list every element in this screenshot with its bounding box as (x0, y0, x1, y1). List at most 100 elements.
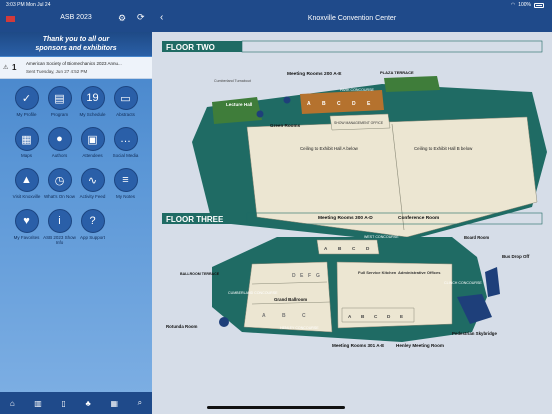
label-henley-concourse: HENLEY CONCOURSE (280, 326, 319, 330)
menu-grid: ✓ My Profile ▤ Program 19 My Schedule ▭ Abstrac… (10, 86, 142, 245)
menu-tile[interactable]: i ASB 2023 Show Info (43, 209, 76, 245)
ballroom-letter: D (292, 273, 296, 279)
announcement-date: Sent Tuesday, Jun 27 4:52 PM (26, 69, 88, 74)
menu-tile-label: Maps (20, 153, 32, 158)
meeting-rooms-200 (300, 90, 384, 114)
label-cumberland-turnabout: Cumberland Turnabout (214, 79, 251, 83)
chat-icon: … (113, 127, 138, 151)
app-title: ASB 2023 (60, 14, 92, 21)
people-icon[interactable]: ♣ (86, 399, 91, 408)
menu-tile[interactable]: ● Authors (43, 127, 76, 158)
list-icon: ≡ (113, 168, 138, 192)
check-icon: ✓ (14, 86, 39, 110)
main-title: Knoxville Convention Center (307, 15, 397, 22)
menu-tile[interactable]: ▦ Maps (10, 127, 43, 158)
grid-icon: ▦ (14, 127, 39, 151)
menu-tile-label: Social Media (112, 153, 139, 158)
label-meeting-rooms-200: Meeting Rooms 200 A-E (287, 71, 342, 77)
sponsor-banner[interactable]: Thank you to all our sponsors and exhibi… (0, 32, 152, 56)
menu-tile[interactable]: ▣ Attendees (76, 127, 109, 158)
menu-tile[interactable]: ≡ My Notes (109, 168, 142, 199)
main-panel: ‹ Knoxville Convention Center FLOOR TWO … (152, 0, 552, 414)
menu-tile-label: My Profile (16, 112, 37, 117)
status-right: ◠ 100% (511, 2, 544, 8)
label-full-service-kitchen: Full Service Kitchen (358, 270, 397, 275)
room-letter: E (400, 314, 403, 319)
label-west-concourse: WEST CONCOURSE (364, 235, 399, 239)
label-clinch-concourse: CLINCH CONCOURSE (444, 281, 482, 285)
wifi-icon: ◠ (510, 2, 516, 8)
status-date-text: Mon Jul 24 (26, 2, 51, 8)
person-icon: ● (47, 127, 72, 151)
menu-tile-label: Authors (51, 153, 68, 158)
heart-icon: ♥ (14, 209, 39, 233)
status-time-text: 3:03 PM (6, 2, 25, 8)
menu-tile-label: Attendees (82, 153, 103, 158)
label-board-room: Board Room (464, 235, 489, 240)
menu-tile-label: My Notes (115, 194, 135, 199)
id-card-icon: ▣ (80, 127, 105, 151)
room-letter: A (307, 101, 311, 107)
menu-tile-label: ASB 2023 Show Info (43, 235, 76, 245)
label-green-rooms: Green Rooms (270, 123, 301, 128)
menu-tile[interactable]: ♥ My Favorites (10, 209, 43, 245)
meeting-rooms-301 (341, 307, 415, 323)
label-plaza-terrace: PLAZA TERRACE (380, 70, 414, 75)
ballroom-letter: G (316, 273, 320, 279)
sponsor-banner-line-1: Thank you to all our (42, 36, 110, 43)
menu-tile[interactable]: … Social Media (109, 127, 142, 158)
announcement-message: American Society of Biomechanics 2023 An… (26, 61, 122, 66)
room-letter: C (337, 101, 341, 107)
person-question-icon: ? (80, 209, 105, 233)
ballroom-letter: A (262, 313, 266, 319)
menu-tile[interactable]: ▤ Program (43, 86, 76, 117)
label-grand-ballroom: Grand Ballroom (274, 297, 307, 302)
gear-icon[interactable]: ⚙ (118, 13, 126, 24)
ballroom-letter: F (308, 273, 311, 279)
label-ballroom-terrace: BALLROOM TERRACE (180, 272, 220, 276)
label-bus-drop-off: Bus Drop Off (502, 254, 530, 259)
document-icon[interactable]: ▯ (62, 399, 66, 408)
announcement-count: 1 (12, 63, 17, 72)
menu-tile[interactable]: ? App Support (76, 209, 109, 245)
menu-tile[interactable]: 19 My Schedule (76, 86, 109, 117)
label-rotunda-room: Rotunda Room (166, 324, 198, 329)
search-icon[interactable]: ⌕ (138, 398, 142, 408)
sidebar-footer: ⌂ ▥ ▯ ♣ ▦ ⌕ (0, 392, 152, 414)
easel-icon: ▤ (47, 86, 72, 110)
menu-tile-label: My Schedule (79, 112, 106, 117)
grid-icon[interactable]: ▦ (110, 399, 118, 408)
label-meeting-rooms-301: Meeting Rooms 301 A-E (332, 343, 384, 348)
room-letter: B (322, 101, 326, 107)
announcement-row[interactable]: ⚠ 1 American Society of Biomechanics 202… (0, 57, 152, 79)
label-show-management-office: SHOW MANAGEMENT OFFICE (334, 121, 384, 125)
map-marker-icon (283, 96, 291, 104)
sidebar: ASB 2023 ⚙ ⟳ Thank you to all our sponso… (0, 0, 152, 414)
menu-tile-label: Activity Feed (79, 194, 106, 199)
menu-tile-label: App Support (79, 235, 106, 240)
label-conference-room: Conference Room (398, 215, 439, 221)
home-icon[interactable]: ⌂ (10, 399, 15, 408)
calendar-icon: 19 (80, 86, 105, 110)
ballroom-letter: C (302, 313, 306, 319)
room-letter: D (352, 101, 356, 107)
refresh-icon[interactable]: ⟳ (137, 12, 145, 23)
home-indicator[interactable] (207, 406, 345, 409)
menu-tile-label: Program (50, 112, 69, 117)
warning-icon: ⚠ (3, 65, 9, 71)
document-icon: ▭ (113, 86, 138, 110)
status-time: 3:03 PM Mon Jul 24 (6, 2, 50, 8)
menu-tile[interactable]: ∿ Activity Feed (76, 168, 109, 199)
menu-tile-label: Visit Knoxville (12, 194, 41, 199)
label-ceiling-exhibit-a: Ceiling to Exhibit Hall A below (300, 146, 359, 151)
menu-tile[interactable]: ◷ What's On Now (43, 168, 76, 199)
sponsor-banner-line-2: sponsors and exhibitors (35, 45, 117, 52)
menu-tile[interactable]: ▲ Visit Knoxville (10, 168, 43, 199)
label-park-concourse: PARK CONCOURSE (340, 88, 374, 92)
menu-tile[interactable]: ▭ Abstracts (109, 86, 142, 117)
status-bar: 3:03 PM Mon Jul 24 ◠ 100% (0, 0, 552, 10)
schedule-icon[interactable]: ▥ (34, 399, 42, 408)
menu-tile-label: What's On Now (43, 194, 76, 199)
floor-map[interactable]: FLOOR TWO Cumberland Turnabout Meeting R… (152, 32, 552, 414)
menu-tile[interactable]: ✓ My Profile (10, 86, 43, 117)
